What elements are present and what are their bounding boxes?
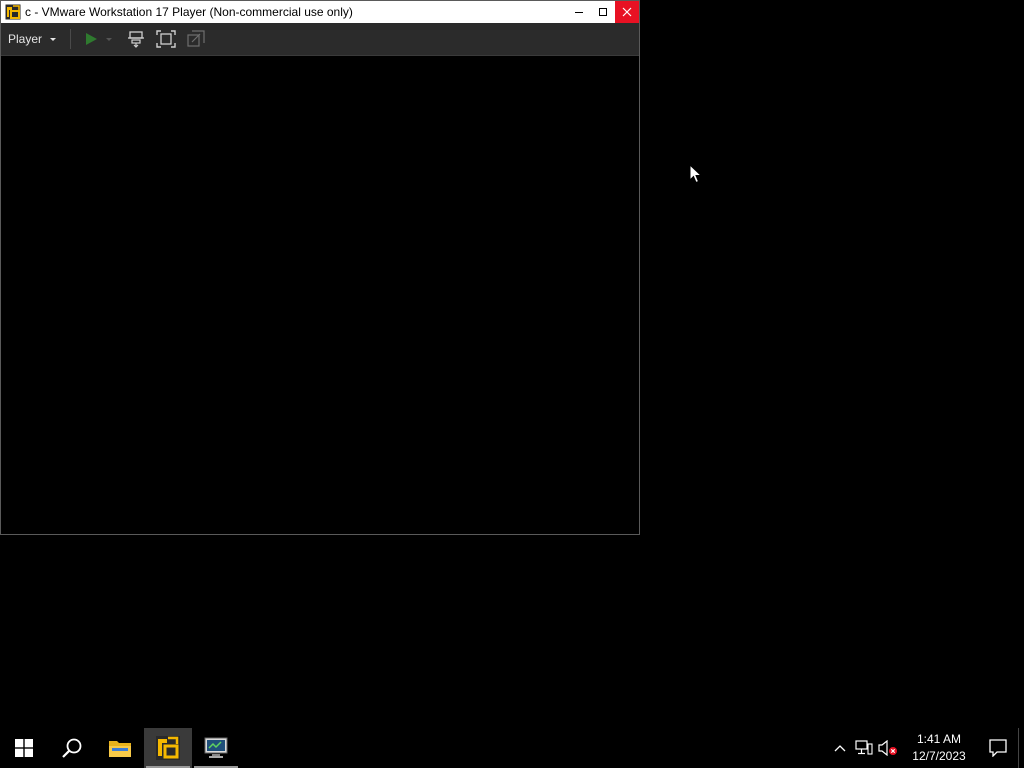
volume-muted-icon (878, 740, 897, 756)
action-center-icon (989, 739, 1007, 757)
file-explorer-icon (109, 741, 131, 757)
player-menu-label: Player (8, 32, 43, 46)
unity-button[interactable] (183, 27, 209, 51)
power-on-button[interactable] (79, 27, 119, 51)
taskbar: 1:41 AM 12/7/2023 (0, 728, 1024, 768)
search-button[interactable] (48, 728, 96, 768)
system-tray: 1:41 AM 12/7/2023 (828, 728, 1024, 768)
clock-date: 12/7/2023 (912, 749, 966, 763)
vmware-player-window: c - VMware Workstation 17 Player (Non-co… (0, 0, 640, 535)
mouse-cursor-icon (689, 164, 703, 184)
file-explorer-taskbar-button[interactable] (96, 728, 144, 768)
show-desktop-button[interactable] (1018, 728, 1024, 768)
network-icon (855, 740, 873, 755)
clock-time: 1:41 AM (916, 732, 962, 746)
server-manager-icon (204, 737, 228, 758)
search-icon (62, 738, 82, 758)
maximize-icon (599, 8, 607, 16)
unity-icon (187, 30, 205, 47)
action-center-button[interactable] (978, 728, 1018, 768)
window-caption-buttons (567, 1, 639, 23)
power-dropdown-chevron-icon (106, 38, 113, 41)
show-hidden-icons-chevron (834, 745, 846, 752)
send-ctrl-alt-del-button[interactable] (123, 27, 149, 51)
fullscreen-icon (156, 30, 176, 48)
send-ctrl-alt-del-icon (128, 31, 145, 48)
taskbar-clock[interactable]: 1:41 AM 12/7/2023 (906, 731, 972, 765)
vmware-player-taskbar-button[interactable] (144, 728, 192, 768)
player-toolbar: Player (1, 23, 639, 56)
network-tray-button[interactable] (852, 728, 876, 768)
toolbar-separator (70, 29, 72, 49)
server-manager-taskbar-button[interactable] (192, 728, 240, 768)
windows-start-icon (15, 739, 33, 757)
vmware-app-icon[interactable] (4, 3, 22, 21)
full-screen-button[interactable] (153, 27, 179, 51)
minimize-button[interactable] (567, 1, 591, 23)
play-icon (86, 33, 98, 45)
volume-tray-button[interactable] (876, 728, 900, 768)
player-menu-button[interactable]: Player (8, 27, 66, 51)
close-button[interactable] (615, 1, 639, 23)
close-icon (622, 7, 632, 17)
window-title: c - VMware Workstation 17 Player (Non-co… (25, 5, 353, 19)
vm-display-area[interactable] (1, 56, 639, 534)
minimize-icon (575, 12, 583, 13)
show-hidden-icons-button[interactable] (828, 728, 852, 768)
start-button[interactable] (0, 728, 48, 768)
chevron-down-icon (50, 38, 57, 41)
window-titlebar[interactable]: c - VMware Workstation 17 Player (Non-co… (1, 1, 639, 23)
maximize-button[interactable] (591, 1, 615, 23)
vmware-player-icon (156, 736, 180, 760)
